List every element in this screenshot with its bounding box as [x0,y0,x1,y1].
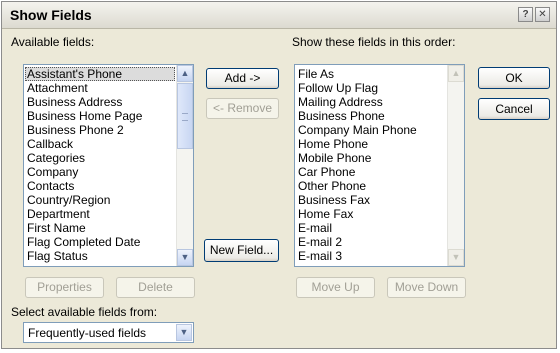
list-item[interactable]: Home Phone [296,137,446,151]
list-item[interactable]: E-mail [296,221,446,235]
shown-fields-items: File As Follow Up Flag Mailing Address Busi… [296,67,446,263]
list-item[interactable]: Other Phone [296,179,446,193]
scroll-down-icon: ▼ [448,249,464,266]
list-item[interactable]: Car Phone [296,165,446,179]
list-item[interactable]: Mailing Address [296,95,446,109]
cancel-button[interactable]: Cancel [478,98,550,120]
list-item[interactable]: File As [296,67,446,81]
title-bar: Show Fields ? ✕ [2,2,556,29]
scroll-thumb[interactable] [177,83,193,149]
remove-button[interactable]: <- Remove [206,98,279,119]
available-fields-items: Assistant's Phone Attachment Business Addr… [25,67,175,263]
chevron-down-icon[interactable]: ▼ [176,324,192,341]
list-item[interactable]: Attachment [25,81,175,95]
grip-icon [182,113,188,121]
list-item[interactable]: Company [25,165,175,179]
source-label: Select available fields from: [11,305,158,319]
add-button[interactable]: Add -> [206,68,279,89]
delete-button[interactable]: Delete [116,277,195,298]
move-up-button[interactable]: Move Up [296,277,375,298]
close-button[interactable]: ✕ [535,7,550,22]
list-item[interactable]: Business Home Page [25,109,175,123]
list-item[interactable]: Business Phone [296,109,446,123]
scroll-up-icon: ▲ [448,65,464,82]
list-item[interactable]: Business Address [25,95,175,109]
list-item[interactable]: Business Fax [296,193,446,207]
list-item[interactable]: First Name [25,221,175,235]
shown-fields-scrollbar: ▲ ▼ [447,65,464,266]
list-item[interactable]: Country/Region [25,193,175,207]
list-item[interactable]: Department [25,207,175,221]
list-item[interactable]: Flag Status [25,249,175,263]
list-item[interactable]: Home Fax [296,207,446,221]
move-down-button[interactable]: Move Down [387,277,466,298]
show-fields-dialog: Show Fields ? ✕ Available fields: Assist… [1,1,557,349]
list-item[interactable]: Mobile Phone [296,151,446,165]
list-item[interactable]: Categories [25,151,175,165]
list-item[interactable]: Business Phone 2 [25,123,175,137]
shown-fields-label: Show these fields in this order: [292,35,456,49]
available-fields-scrollbar[interactable]: ▲ ▼ [176,65,193,266]
dialog-title: Show Fields [10,7,92,23]
new-field-button[interactable]: New Field... [204,239,279,262]
list-item[interactable]: Contacts [25,179,175,193]
list-item[interactable]: Assistant's Phone [25,67,175,81]
properties-button[interactable]: Properties [25,277,104,298]
ok-button[interactable]: OK [478,67,550,89]
list-item[interactable]: Company Main Phone [296,123,446,137]
scroll-down-icon[interactable]: ▼ [177,249,193,266]
list-item[interactable]: Flag Completed Date [25,235,175,249]
list-item[interactable]: E-mail 2 [296,235,446,249]
list-item[interactable]: Callback [25,137,175,151]
help-button[interactable]: ? [518,7,533,22]
shown-fields-list[interactable]: File As Follow Up Flag Mailing Address Busi… [294,64,465,267]
scroll-up-icon[interactable]: ▲ [177,65,193,82]
available-fields-list[interactable]: Assistant's Phone Attachment Business Addr… [23,64,194,267]
available-fields-label: Available fields: [11,35,95,49]
source-dropdown-value: Frequently-used fields [28,326,147,340]
list-item[interactable]: Follow Up Flag [296,81,446,95]
list-item[interactable]: E-mail 3 [296,249,446,263]
source-dropdown[interactable]: Frequently-used fields ▼ [23,322,194,343]
